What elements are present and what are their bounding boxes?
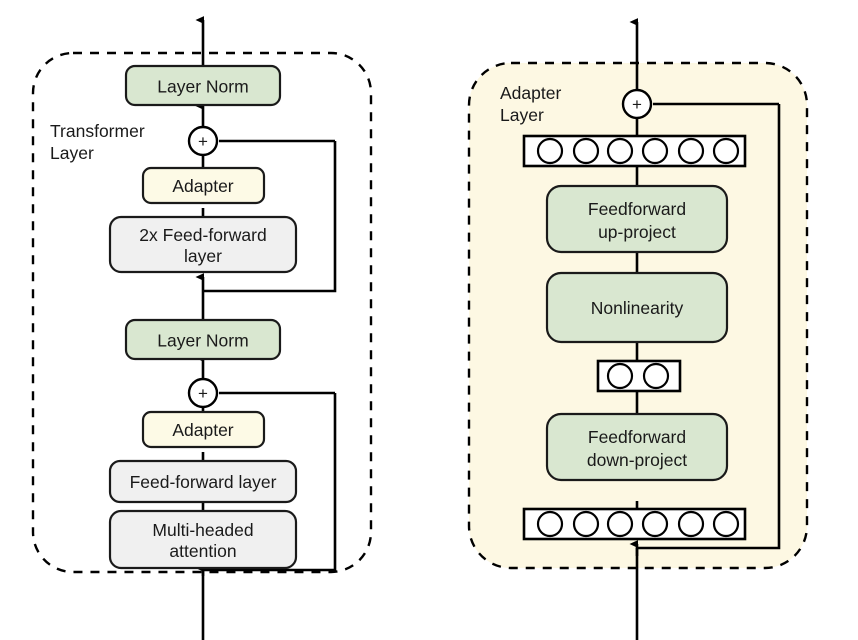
2x-feed-forward-label-line1: 2x Feed-forward	[139, 225, 266, 245]
unit-circle	[606, 362, 634, 390]
block-adapter-top: Adapter	[141, 166, 266, 205]
unit-circle	[677, 510, 705, 538]
block-feed-forward-layer: Feed-forward layer	[108, 459, 298, 504]
layer-norm-top-label: Layer Norm	[157, 77, 248, 97]
transformer-layer-label-line2: Layer	[50, 143, 94, 163]
unit-circle	[606, 510, 634, 538]
unit-circle	[536, 137, 564, 165]
unit-circle	[606, 137, 634, 165]
unit-bar-bottom	[522, 507, 747, 541]
multi-headed-attention-label-line1: Multi-headed	[152, 520, 253, 540]
adder-top: +	[187, 125, 219, 157]
feedforward-down-project-label-line1: Feedforward	[588, 427, 686, 447]
feedforward-down-project-label-line2: down-project	[587, 450, 687, 470]
unit-circle	[712, 510, 740, 538]
multi-headed-attention-label-line2: attention	[169, 541, 236, 561]
adder-bottom-symbol: +	[198, 384, 208, 403]
nonlinearity-label: Nonlinearity	[591, 298, 684, 318]
block-feedforward-down-project: Feedforward down-project	[545, 412, 729, 482]
adapter-bottom-label: Adapter	[172, 420, 233, 440]
block-layer-norm-mid: Layer Norm	[124, 318, 282, 361]
unit-circle	[677, 137, 705, 165]
transformer-layer-label-line1: Transformer	[50, 121, 145, 141]
layer-norm-mid-label: Layer Norm	[157, 331, 248, 351]
unit-circle	[642, 362, 670, 390]
adder-output-symbol: +	[632, 95, 642, 114]
block-nonlinearity: Nonlinearity	[545, 271, 729, 344]
block-layer-norm-top: Layer Norm	[124, 64, 282, 107]
feed-forward-layer-label: Feed-forward layer	[130, 472, 277, 492]
adder-top-symbol: +	[198, 132, 208, 151]
adder-output: +	[621, 88, 653, 120]
feedforward-up-project-label-line2: up-project	[598, 222, 676, 242]
adapter-layer-label-line1: Adapter	[500, 83, 561, 103]
adder-bottom: +	[187, 377, 219, 409]
unit-bar-top	[522, 134, 747, 168]
adapter-layer-label-line2: Layer	[500, 105, 544, 125]
left-panel-transformer-layer: Transformer Layer Layer Norm + Adapter 2…	[31, 20, 373, 640]
adapter-architecture-figure: Transformer Layer Layer Norm + Adapter 2…	[0, 0, 858, 640]
block-feedforward-up-project: Feedforward up-project	[545, 184, 729, 254]
feedforward-up-project-label-line1: Feedforward	[588, 199, 686, 219]
diagram-canvas: Transformer Layer Layer Norm + Adapter 2…	[31, 0, 809, 640]
feedforward-up-project-rect	[545, 184, 729, 254]
unit-circle	[712, 137, 740, 165]
block-adapter-bottom: Adapter	[141, 410, 266, 449]
block-2x-feed-forward-layer: 2x Feed-forward layer	[108, 215, 298, 274]
unit-bar-middle	[596, 359, 682, 393]
block-multi-headed-attention: Multi-headed attention	[108, 509, 298, 570]
adapter-top-label: Adapter	[172, 176, 233, 196]
unit-circle	[536, 510, 564, 538]
unit-circle	[641, 137, 669, 165]
unit-circle	[572, 510, 600, 538]
feedforward-down-project-rect	[545, 412, 729, 482]
right-panel-adapter-layer: Adapter Layer + Feedforward up-project N…	[467, 22, 809, 640]
unit-circle	[572, 137, 600, 165]
2x-feed-forward-label-line2: layer	[184, 246, 222, 266]
unit-circle	[641, 510, 669, 538]
